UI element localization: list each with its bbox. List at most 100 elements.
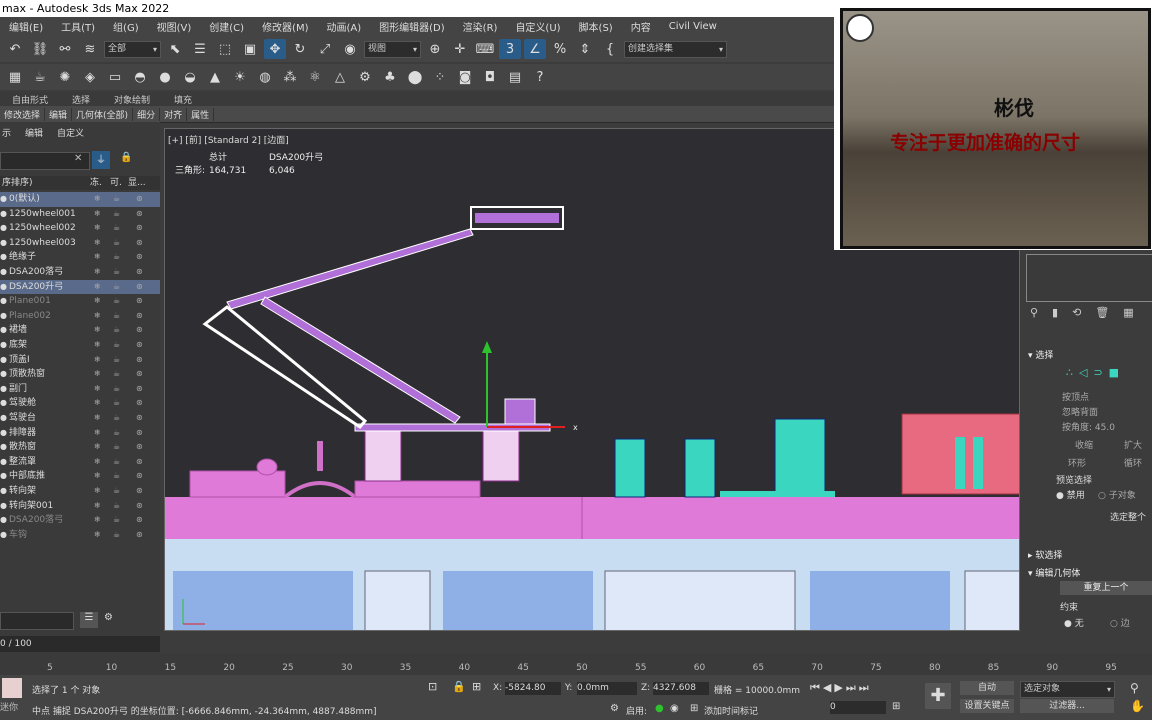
freeze-icon[interactable]: ❄ — [94, 411, 101, 425]
scene-row[interactable]: ● 顶盖I ❄ ☕ ⊛ — [0, 353, 160, 368]
window-crossing-icon[interactable]: ▣ — [239, 39, 261, 59]
col-name-header[interactable]: 序排序) — [2, 176, 33, 190]
set-key-button[interactable]: 设置关键点 — [960, 699, 1014, 713]
scene-row[interactable]: ● DSA200升弓 ❄ ☕ ⊛ — [0, 279, 160, 295]
display-icon[interactable]: ⊛ — [136, 382, 143, 396]
freeze-icon[interactable]: ❄ — [94, 367, 101, 381]
scene-row[interactable]: ● 散热窗 ❄ ☕ ⊛ — [0, 440, 160, 455]
clear-search-icon[interactable]: ✕ — [74, 153, 82, 164]
menu-group[interactable]: 组(G) — [104, 19, 148, 34]
render-setup-icon[interactable]: ◘ — [479, 67, 501, 87]
freeze-icon[interactable]: ❄ — [94, 455, 101, 469]
subobject-icons[interactable]: ∴◁⊃■ — [1066, 366, 1125, 379]
visibility-icon[interactable]: ● — [0, 513, 7, 527]
soft-selection-rollout[interactable]: ▸ 软选择 — [1028, 548, 1062, 561]
menu-graph-editors[interactable]: 图形编辑器(D) — [370, 19, 454, 34]
menu-create[interactable]: 创建(C) — [200, 19, 253, 34]
scene-tab-edit[interactable]: 编辑 — [25, 126, 43, 139]
shrink-button[interactable]: 收缩 — [1075, 438, 1093, 451]
render-teapot-icon[interactable]: ☕ — [113, 469, 120, 483]
layer-dropdown[interactable] — [0, 612, 74, 630]
freeze-icon[interactable]: ❄ — [94, 250, 101, 264]
freeze-icon[interactable]: ❄ — [94, 513, 101, 527]
named-selection-dropdown[interactable]: 创建选择集 — [624, 40, 727, 58]
ring-button[interactable]: 环形 — [1068, 456, 1086, 469]
stack-tools[interactable]: ⚲▮⟲🗑▦ — [1030, 306, 1148, 319]
select-object-icon[interactable]: ⬉ — [164, 39, 186, 59]
manipulate-icon[interactable]: ✛ — [449, 39, 471, 59]
scale-icon[interactable]: ⤢ — [314, 39, 336, 59]
menu-rendering[interactable]: 渲染(R) — [454, 19, 507, 34]
zoom-icon[interactable]: ⚲ — [1130, 681, 1139, 695]
ball-icon[interactable]: ⬤ — [404, 67, 426, 87]
freeze-icon[interactable]: ❄ — [94, 499, 101, 513]
set-key-icon[interactable]: ✚ — [925, 683, 951, 709]
display-icon[interactable]: ⊛ — [136, 280, 143, 294]
y-coordinate-field[interactable]: 0.0mm — [577, 682, 637, 695]
freeze-icon[interactable]: ❄ — [94, 192, 101, 206]
rect-select-icon[interactable]: ⬚ — [214, 39, 236, 59]
display-icon[interactable]: ⊛ — [136, 338, 143, 352]
plant-icon[interactable]: ♣ — [379, 67, 401, 87]
visibility-icon[interactable]: ● — [0, 411, 7, 425]
key-filter-dropdown[interactable]: 选定对象 — [1020, 681, 1115, 698]
timeline-ruler[interactable]: 5 10 15 20 25 30 35 40 45 50 55 60 65 70 75 80 85 90 95 — [0, 653, 1152, 675]
display-icon[interactable]: ⊛ — [136, 528, 143, 542]
script-icon[interactable]: ⚙ — [610, 703, 619, 714]
repeat-last-button[interactable]: 重复上一个 — [1060, 581, 1152, 595]
constraint-edge-radio[interactable]: ○ 边 — [1110, 616, 1130, 629]
ref-coord-dropdown[interactable]: 视图 — [364, 40, 421, 58]
render-teapot-icon[interactable]: ☕ — [113, 426, 120, 440]
playback-controls[interactable]: ⏮◀▶⏭⏭ — [810, 681, 872, 695]
visibility-icon[interactable]: ● — [0, 221, 7, 235]
render-teapot-icon[interactable]: ☕ — [113, 309, 120, 323]
subobject-radio[interactable]: ○ 子对象 — [1098, 488, 1136, 501]
visibility-icon[interactable]: ● — [0, 367, 7, 381]
place-icon[interactable]: ◉ — [339, 39, 361, 59]
visibility-icon[interactable]: ● — [0, 382, 7, 396]
visibility-icon[interactable]: ● — [0, 499, 7, 513]
freeze-icon[interactable]: ❄ — [94, 396, 101, 410]
add-time-tag-label[interactable]: 添加时间标记 — [704, 704, 758, 717]
constraint-none-radio[interactable]: ● 无 — [1064, 616, 1084, 629]
maxscript-listener[interactable] — [2, 678, 22, 698]
scene-row[interactable]: ● 顶散热窗 ❄ ☕ ⊛ — [0, 367, 160, 382]
menu-modifiers[interactable]: 修改器(M) — [253, 19, 317, 34]
freeze-icon[interactable]: ❄ — [94, 338, 101, 352]
menu-scripting[interactable]: 脚本(S) — [570, 19, 622, 34]
lock-icon[interactable]: 🔒 — [120, 152, 132, 163]
scene-row[interactable]: ● 转向架 ❄ ☕ ⊛ — [0, 484, 160, 499]
scene-row[interactable]: ● 1250wheel003 ❄ ☕ ⊛ — [0, 236, 160, 251]
spinner-snap-icon[interactable]: ⇕ — [574, 39, 596, 59]
visibility-icon[interactable]: ● — [0, 338, 7, 352]
visibility-icon[interactable]: ● — [0, 455, 7, 469]
molecule-icon[interactable]: ⚛ — [304, 67, 326, 87]
enable-toggle-icon[interactable]: ● — [655, 703, 664, 714]
display-icon[interactable]: ⊛ — [136, 250, 143, 264]
col-display-header[interactable]: 显... — [128, 176, 146, 190]
visibility-icon[interactable]: ● — [0, 280, 7, 294]
render-teapot-icon[interactable]: ☕ — [113, 367, 120, 381]
render-frame-icon[interactable]: ▦ — [4, 67, 26, 87]
render-teapot-icon[interactable]: ☕ — [113, 528, 120, 542]
scene-row[interactable]: ● 1250wheel001 ❄ ☕ ⊛ — [0, 207, 160, 222]
display-icon[interactable]: ⊛ — [136, 323, 143, 337]
freeze-icon[interactable]: ❄ — [94, 353, 101, 367]
freeze-icon[interactable]: ❄ — [94, 382, 101, 396]
freeze-icon[interactable]: ❄ — [94, 207, 101, 221]
display-icon[interactable]: ⊛ — [136, 221, 143, 235]
render-teapot-icon[interactable]: ☕ — [113, 513, 120, 527]
sun-icon[interactable]: ☀ — [229, 67, 251, 87]
freeze-icon[interactable]: ❄ — [94, 323, 101, 337]
display-icon[interactable]: ⊛ — [136, 192, 143, 206]
freeze-icon[interactable]: ❄ — [94, 309, 101, 323]
selection-rollout-header[interactable]: ▾ 选择 — [1028, 348, 1053, 361]
scene-row[interactable]: ● Plane001 ❄ ☕ ⊛ — [0, 294, 160, 309]
settings-icon[interactable]: ⚙ — [104, 612, 113, 623]
ribbon-subdivision[interactable]: 细分 — [133, 107, 161, 121]
scene-row[interactable]: ● 驾驶台 ❄ ☕ ⊛ — [0, 411, 160, 426]
time-tag-icon[interactable]: ◉ — [670, 703, 679, 714]
help-icon[interactable]: ? — [529, 67, 551, 87]
visibility-icon[interactable]: ● — [0, 528, 7, 542]
render-teapot-icon[interactable]: ☕ — [113, 484, 120, 498]
